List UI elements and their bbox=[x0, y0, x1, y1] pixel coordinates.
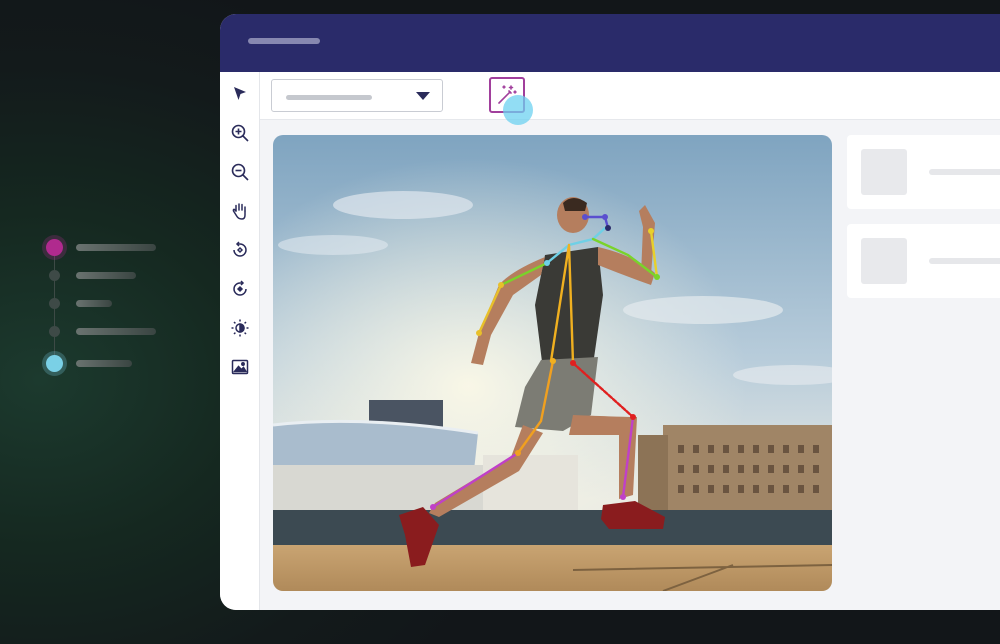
step-label-placeholder bbox=[76, 360, 132, 367]
label-class-dropdown[interactable] bbox=[271, 79, 443, 112]
step-dot bbox=[49, 270, 60, 281]
annotation-label-placeholder bbox=[929, 169, 1000, 175]
step-dot bbox=[49, 326, 60, 337]
step-dot bbox=[49, 298, 60, 309]
tool-rail bbox=[220, 72, 260, 610]
step-label-placeholder bbox=[76, 328, 156, 335]
annotation-thumbnail bbox=[861, 238, 907, 284]
zoom-in-icon[interactable] bbox=[228, 121, 252, 145]
image-icon[interactable] bbox=[228, 355, 252, 379]
step-indicator bbox=[40, 234, 170, 379]
cloud bbox=[333, 191, 473, 219]
step-3 bbox=[40, 290, 170, 318]
step-label-placeholder bbox=[76, 244, 156, 251]
chevron-down-icon bbox=[416, 92, 430, 100]
cloud bbox=[623, 296, 783, 324]
window-title-placeholder bbox=[248, 38, 320, 44]
rotate-right-icon[interactable] bbox=[228, 238, 252, 262]
step-dot-current bbox=[46, 355, 63, 372]
cloud bbox=[278, 235, 388, 255]
step-2 bbox=[40, 262, 170, 290]
step-4 bbox=[40, 318, 170, 346]
pan-hand-icon[interactable] bbox=[228, 199, 252, 223]
rotate-left-icon[interactable] bbox=[228, 277, 252, 301]
warehouse-building bbox=[663, 425, 832, 520]
step-5 bbox=[40, 350, 170, 378]
annotation-label-placeholder bbox=[929, 258, 1000, 264]
step-dot-active bbox=[46, 239, 63, 256]
pavement bbox=[273, 545, 832, 591]
zoom-out-icon[interactable] bbox=[228, 160, 252, 184]
water bbox=[273, 510, 832, 548]
annotation-list-item[interactable] bbox=[847, 135, 1000, 209]
step-label-placeholder bbox=[76, 300, 112, 307]
image-canvas[interactable] bbox=[273, 135, 832, 591]
top-toolbar bbox=[260, 72, 1000, 125]
annotation-list-item[interactable] bbox=[847, 224, 1000, 298]
step-1 bbox=[40, 234, 170, 262]
select-arrow-icon[interactable] bbox=[228, 82, 252, 106]
title-bar bbox=[220, 14, 1000, 72]
dropdown-placeholder-bar bbox=[286, 95, 372, 100]
brightness-icon[interactable] bbox=[228, 316, 252, 340]
annotation-thumbnail bbox=[861, 149, 907, 195]
step-label-placeholder bbox=[76, 272, 136, 279]
annotated-photo bbox=[273, 135, 832, 591]
app-window bbox=[220, 14, 1000, 610]
click-cursor-indicator bbox=[503, 95, 533, 125]
